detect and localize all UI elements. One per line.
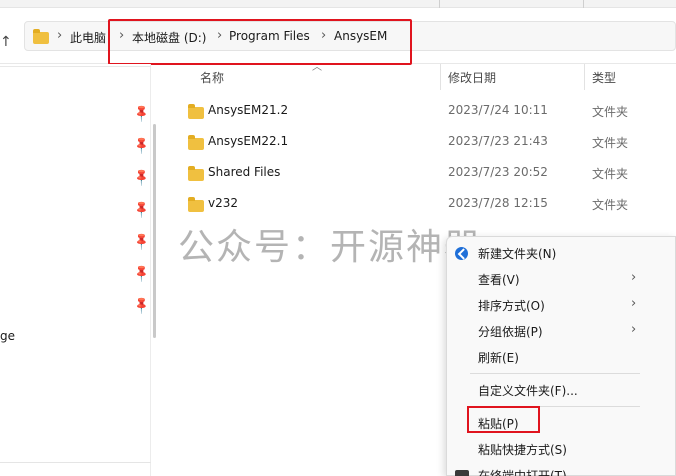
menu-item-label: 新建文件夹(N) <box>478 247 557 261</box>
breadcrumb-highlight-box <box>108 19 412 65</box>
pin-icon[interactable]: 📌 <box>131 199 151 219</box>
arrow-up-icon[interactable]: ↑ <box>0 34 12 50</box>
pin-icon[interactable]: 📌 <box>131 263 151 283</box>
file-modified: 2023/7/23 20:52 <box>448 165 548 179</box>
menu-item-label: 自定义文件夹(F)... <box>478 384 578 398</box>
file-row[interactable]: Shared Files 2023/7/23 20:52 文件夹 <box>183 159 676 187</box>
column-header-label: 名称 <box>200 71 225 85</box>
file-row[interactable]: AnsysEM22.1 2023/7/23 21:43 文件夹 <box>183 128 676 156</box>
menu-item-group-by[interactable]: 分组依据(P) › <box>447 318 675 344</box>
file-name: AnsysEM21.2 <box>208 103 289 117</box>
column-divider <box>439 0 440 8</box>
file-type: 文件夹 <box>592 136 629 150</box>
file-row[interactable]: AnsysEM21.2 2023/7/24 10:11 文件夹 <box>183 97 676 125</box>
nav-item-label[interactable]: ge <box>0 329 15 343</box>
navigation-pane: 📌 📌 📌 📌 📌 📌 📌 ge <box>0 64 152 476</box>
file-type: 文件夹 <box>592 105 629 119</box>
menu-item-label: 粘贴快捷方式(S) <box>478 443 567 457</box>
menu-item-new-folder[interactable]: 新建文件夹(N) <box>447 240 675 266</box>
file-modified: 2023/7/23 21:43 <box>448 134 548 148</box>
menu-item-sort-by[interactable]: 排序方式(O) › <box>447 292 675 318</box>
menu-item-label: 分组依据(P) <box>478 325 543 339</box>
folder-icon <box>33 29 49 44</box>
column-header-name[interactable]: 名称 <box>183 64 440 92</box>
pin-icon[interactable]: 📌 <box>131 103 151 123</box>
address-row: ↑ › 此电脑 › 本地磁盘 (D:) › Program Files › An… <box>0 8 676 65</box>
folder-icon <box>188 104 204 119</box>
paste-highlight-box <box>467 406 540 433</box>
file-modified: 2023/7/28 12:15 <box>448 196 548 210</box>
file-row[interactable]: v232 2023/7/28 12:15 文件夹 <box>183 190 676 218</box>
watermark-text: 公众号：开源神器 <box>178 227 483 268</box>
column-header-type[interactable]: 类型 <box>585 64 676 92</box>
pin-icon[interactable]: 📌 <box>131 295 151 315</box>
menu-item-refresh[interactable]: 刷新(E) <box>447 344 675 370</box>
file-name: v232 <box>208 196 239 210</box>
breadcrumb-separator: › <box>57 28 63 43</box>
menu-item-label: 在终端中打开(T) <box>478 469 567 476</box>
folder-icon <box>188 166 204 181</box>
new-folder-icon <box>455 247 468 260</box>
folder-icon <box>188 135 204 150</box>
pin-icon[interactable]: 📌 <box>131 135 151 155</box>
menu-item-view[interactable]: 查看(V) › <box>447 266 675 292</box>
context-menu: 新建文件夹(N) 查看(V) › 排序方式(O) › 分组依据(P) › 刷新(… <box>446 236 676 476</box>
chevron-right-icon: › <box>631 296 637 311</box>
menu-item-label: 查看(V) <box>478 273 520 287</box>
nav-scrollbar[interactable] <box>153 124 156 338</box>
file-name: AnsysEM22.1 <box>208 134 289 148</box>
menu-item-label: 排序方式(O) <box>478 299 545 313</box>
menu-item-paste-shortcut[interactable]: 粘贴快捷方式(S) <box>447 436 675 462</box>
chevron-right-icon: › <box>631 322 637 337</box>
column-header-label: 类型 <box>592 71 617 85</box>
file-name: Shared Files <box>208 165 281 179</box>
file-modified: 2023/7/24 10:11 <box>448 103 548 117</box>
file-type: 文件夹 <box>592 167 629 181</box>
menu-item-label: 刷新(E) <box>478 351 519 365</box>
pin-icon[interactable]: 📌 <box>131 231 151 251</box>
file-type: 文件夹 <box>592 198 629 212</box>
menu-separator <box>470 373 640 374</box>
column-header-label: 修改日期 <box>448 71 497 85</box>
window-top-strip <box>0 0 676 8</box>
divider <box>0 66 151 67</box>
pin-icon[interactable]: 📌 <box>131 167 151 187</box>
folder-icon <box>188 197 204 212</box>
divider <box>0 462 151 463</box>
terminal-icon <box>455 470 469 476</box>
menu-item-customize-folder[interactable]: 自定义文件夹(F)... <box>447 377 675 403</box>
column-header-modified[interactable]: 修改日期 <box>441 64 584 92</box>
menu-item-open-in-terminal[interactable]: 在终端中打开(T) <box>447 462 675 476</box>
breadcrumb-this-pc[interactable]: 此电脑 <box>70 29 106 46</box>
column-divider <box>583 0 584 8</box>
chevron-right-icon: › <box>631 270 637 285</box>
